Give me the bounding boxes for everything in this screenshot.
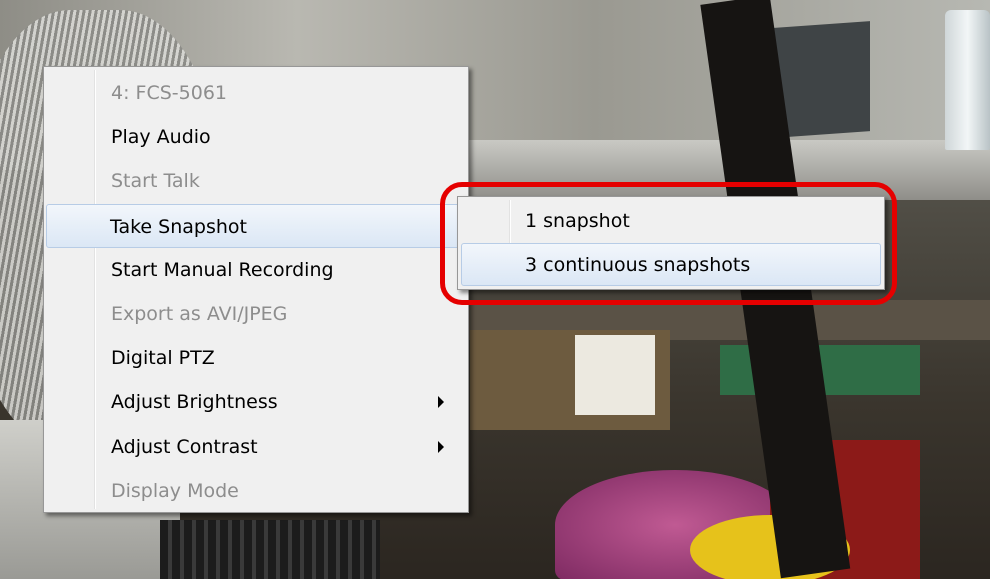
- red-highlight-annotation: [440, 182, 897, 305]
- menu-item-label: Play Audio: [111, 126, 211, 149]
- menu-item-label: Start Manual Recording: [111, 258, 334, 281]
- menu-item-label: 4: FCS-5061: [111, 82, 227, 104]
- menu-item-label: Start Talk: [111, 170, 200, 193]
- menu-item-camera-name: 4: FCS-5061: [44, 71, 468, 115]
- menu-item-start-manual-recording[interactable]: Start Manual Recording: [44, 248, 468, 292]
- background-bottle: [945, 10, 990, 150]
- menu-item-label: Take Snapshot: [110, 215, 247, 238]
- menu-item-label: Export as AVI/JPEG: [111, 302, 288, 325]
- menu-item-start-talk: Start Talk: [44, 159, 468, 203]
- menu-item-adjust-contrast[interactable]: Adjust Contrast: [44, 425, 468, 469]
- menu-item-display-mode: Display Mode: [44, 469, 468, 513]
- menu-item-label: Adjust Brightness: [111, 391, 278, 414]
- menu-item-export-avi-jpeg: Export as AVI/JPEG: [44, 292, 468, 336]
- camera-context-menu: 4: FCS-5061 Play Audio Start Talk Take S…: [43, 66, 469, 513]
- chevron-right-icon: [438, 440, 444, 453]
- background-crate: [160, 520, 380, 579]
- background-box-label: [575, 335, 655, 415]
- menu-item-label: Digital PTZ: [111, 347, 215, 370]
- menu-item-play-audio[interactable]: Play Audio: [44, 115, 468, 159]
- menu-item-label: Adjust Contrast: [111, 435, 258, 458]
- chevron-right-icon: [438, 396, 444, 409]
- menu-item-adjust-brightness[interactable]: Adjust Brightness: [44, 380, 468, 424]
- menu-item-take-snapshot[interactable]: Take Snapshot: [46, 203, 466, 248]
- menu-item-digital-ptz[interactable]: Digital PTZ: [44, 336, 468, 380]
- menu-item-label: Display Mode: [111, 479, 239, 502]
